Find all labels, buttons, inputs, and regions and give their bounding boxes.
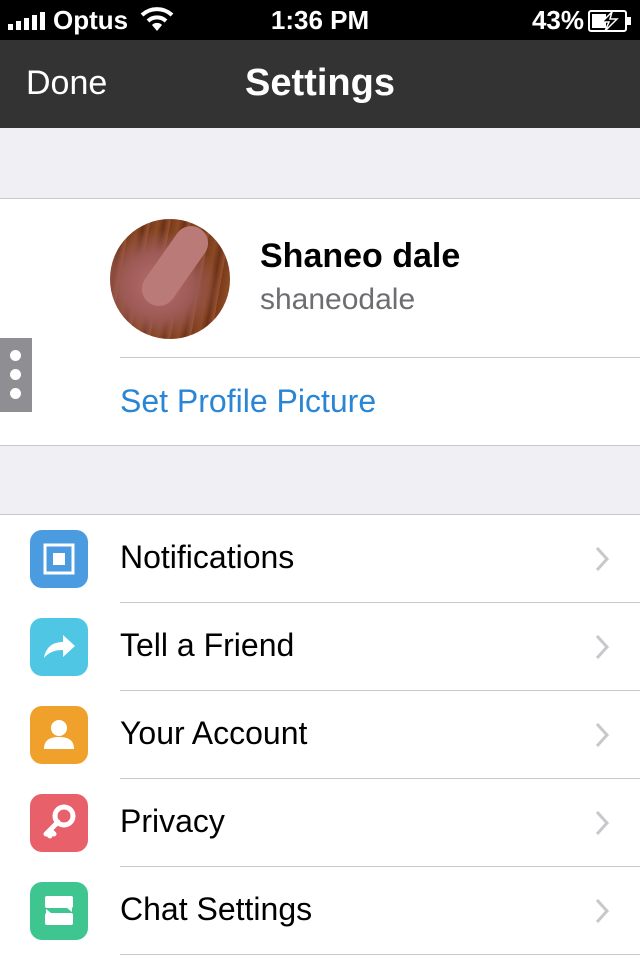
battery-percentage: 43% — [531, 5, 584, 35]
person-icon — [30, 706, 88, 764]
settings-row-tell-a-friend[interactable]: Tell a Friend — [0, 603, 640, 691]
key-icon — [30, 794, 88, 852]
profile-card: Shaneo dale shaneodale Set Profile Pictu… — [0, 198, 640, 446]
settings-row-your-account[interactable]: Your Account — [0, 691, 640, 779]
page-title: Settings — [245, 62, 395, 104]
settings-row-label: Chat Settings — [120, 891, 313, 927]
navigation-bar: Done Settings — [0, 40, 640, 128]
settings-row-label: Tell a Friend — [120, 627, 295, 663]
settings-row-label: Notifications — [120, 539, 295, 575]
chat-bubbles-icon — [30, 882, 88, 940]
settings-row-chat-settings[interactable]: Chat Settings — [0, 867, 640, 955]
profile-username: shaneodale — [260, 283, 416, 316]
settings-row-label: Privacy — [120, 803, 225, 839]
chevron-right-icon — [595, 722, 610, 748]
status-bar: Optus 1:36 PM 43% — [0, 0, 640, 40]
notifications-icon — [30, 530, 88, 588]
settings-row-label: Your Account — [120, 715, 308, 751]
more-options-handle[interactable] — [0, 338, 32, 412]
settings-list: Notifications Tell a Friend Your Account — [0, 514, 640, 961]
chevron-right-icon — [595, 810, 610, 836]
chevron-right-icon — [595, 634, 610, 660]
divider — [120, 357, 640, 358]
chevron-right-icon — [595, 898, 610, 924]
chevron-right-icon — [595, 546, 610, 572]
battery-charging-icon — [588, 10, 631, 32]
share-arrow-icon — [30, 618, 88, 676]
avatar[interactable] — [110, 219, 230, 339]
settings-row-notifications[interactable]: Notifications — [0, 515, 640, 603]
settings-row-privacy[interactable]: Privacy — [0, 779, 640, 867]
set-profile-picture-button[interactable]: Set Profile Picture — [120, 383, 376, 420]
profile-name: Shaneo dale — [260, 237, 461, 275]
